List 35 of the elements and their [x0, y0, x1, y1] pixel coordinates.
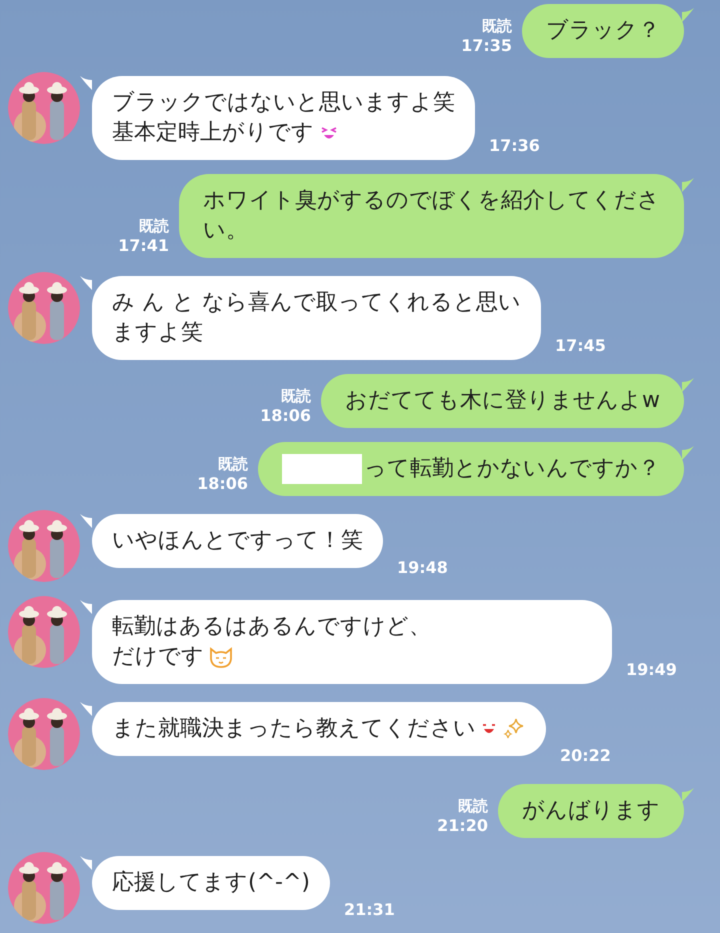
message-text: がんばります: [522, 797, 660, 825]
bubble-tail: [80, 600, 92, 614]
timestamp: 19:49: [626, 660, 677, 679]
timestamp: 17:35: [461, 36, 512, 56]
bubble-tail: [80, 76, 92, 90]
message-text: ホワイト臭がするのでぼくを紹介してくださ い。: [203, 187, 660, 245]
timestamp: 17:41: [118, 236, 169, 256]
cat-face-icon: [208, 644, 234, 669]
bubble-tail: [80, 856, 92, 870]
message-text: いやほんとですって！笑: [112, 528, 363, 553]
timestamp: 21:20: [437, 816, 488, 836]
timestamp: 20:22: [560, 746, 611, 765]
message-text: って転勤とかないんですか？: [364, 455, 660, 483]
bubble-tail: [80, 514, 92, 528]
timestamp: 19:48: [397, 558, 448, 577]
read-receipt: 既読: [218, 454, 248, 474]
message-text: おだてても木に登りませんよw: [345, 387, 660, 415]
read-receipt: 既読: [482, 16, 512, 36]
sparkles-icon: [502, 716, 526, 741]
message-text: み ん と なら喜んで取ってくれると思い ますよ笑: [112, 290, 521, 345]
message-text: 応援してます(^-^): [112, 870, 310, 895]
timestamp: 18:06: [260, 406, 311, 426]
message-text: 転勤はあるはあるんですけど、 だけです: [112, 614, 431, 669]
timestamp: 18:06: [197, 474, 248, 494]
message-text: また就職決まったら教えてください: [112, 716, 526, 741]
read-receipt: 既読: [281, 386, 311, 406]
bubble-tail: [80, 702, 92, 716]
bubble-tail: [80, 276, 92, 290]
timestamp: 17:45: [554, 336, 606, 355]
read-receipt: 既読: [458, 796, 488, 816]
timestamp: 17:36: [489, 136, 540, 155]
message-text: ブラック？: [546, 17, 660, 45]
read-receipt: 既読: [139, 216, 169, 236]
timestamp: 21:31: [344, 900, 395, 919]
message-text: ブラックではないと思いますよ笑 基本定時上がりです: [112, 90, 455, 145]
